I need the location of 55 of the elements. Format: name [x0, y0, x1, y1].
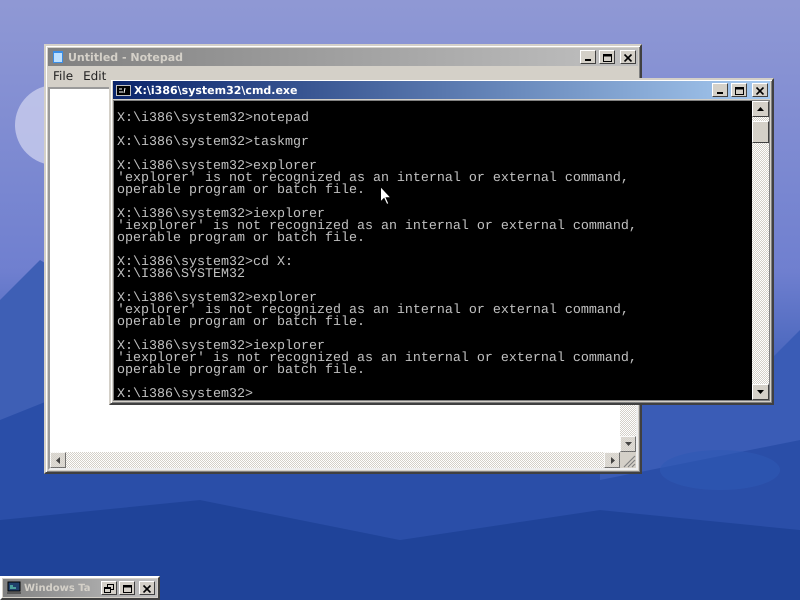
close-button[interactable]: [752, 83, 768, 97]
restore-icon: [104, 584, 114, 592]
vertical-scrollbar[interactable]: [620, 403, 636, 452]
close-icon: [142, 584, 152, 592]
close-button[interactable]: [620, 50, 636, 64]
minimize-icon: [585, 59, 591, 61]
console-line: operable program or batch file.: [117, 365, 365, 377]
console-icon: [116, 84, 131, 96]
maximize-icon: [734, 86, 744, 94]
scroll-right-button[interactable]: [604, 452, 620, 468]
close-button[interactable]: [139, 581, 155, 595]
console-output[interactable]: [114, 101, 752, 400]
down-arrow-icon: [756, 388, 765, 396]
console-line: X:\i386\system32>explorer: [117, 293, 317, 305]
mouse-pointer-icon: [380, 186, 392, 205]
console-line: 'iexplorer' is not recognized as an internal or external command,: [117, 221, 637, 233]
minimize-icon: [717, 92, 723, 94]
minimize-button[interactable]: [712, 83, 728, 97]
console-line: X:\i386\system32>iexplorer: [117, 209, 325, 221]
console-line: X:\i386\system32>taskmgr: [117, 137, 309, 149]
console-line: X:\i386\system32>notepad: [117, 113, 309, 125]
console-line: X:\i386\system32>explorer: [117, 161, 317, 173]
vertical-scrollbar[interactable]: [752, 101, 769, 400]
window-title: Untitled - Notepad: [68, 50, 184, 64]
maximize-icon: [122, 584, 132, 592]
console-line: operable program or batch file.: [117, 317, 365, 329]
horizontal-scrollbar[interactable]: [50, 452, 620, 468]
maximize-button[interactable]: [731, 83, 747, 97]
minimize-button[interactable]: [580, 50, 596, 64]
console-line: operable program or batch file.: [117, 233, 365, 245]
console-line: X:\i386\system32>: [117, 389, 253, 401]
console-line: 'iexplorer' is not recognized as an internal or external command,: [117, 353, 637, 365]
scroll-thumb[interactable]: [752, 121, 769, 143]
maximize-button[interactable]: [599, 50, 615, 64]
close-icon: [623, 52, 633, 62]
menu-item[interactable]: File: [48, 69, 78, 83]
left-arrow-icon: [54, 456, 62, 464]
console-line: operable program or batch file.: [117, 185, 365, 197]
scroll-up-button[interactable]: [752, 101, 769, 117]
scroll-down-button[interactable]: [620, 436, 636, 452]
window-title: X:\i386\system32\cmd.exe: [134, 84, 298, 96]
notepad-icon: [51, 50, 65, 64]
console-line: X:\i386\system32>iexplorer: [117, 341, 325, 353]
menu-item[interactable]: Edit: [78, 69, 112, 83]
scroll-down-button[interactable]: [752, 384, 769, 400]
console-line: X:\i386\system32>cd X:: [117, 257, 293, 269]
restore-button[interactable]: [101, 581, 117, 595]
scroll-left-button[interactable]: [50, 452, 66, 468]
up-arrow-icon: [756, 104, 765, 114]
console-line: X:\I386\SYSTEM32: [117, 269, 245, 281]
maximize-icon: [602, 52, 612, 62]
monitor-icon: [6, 581, 22, 595]
close-icon: [755, 86, 765, 94]
down-arrow-icon: [624, 440, 632, 448]
maximize-button[interactable]: [119, 581, 135, 595]
